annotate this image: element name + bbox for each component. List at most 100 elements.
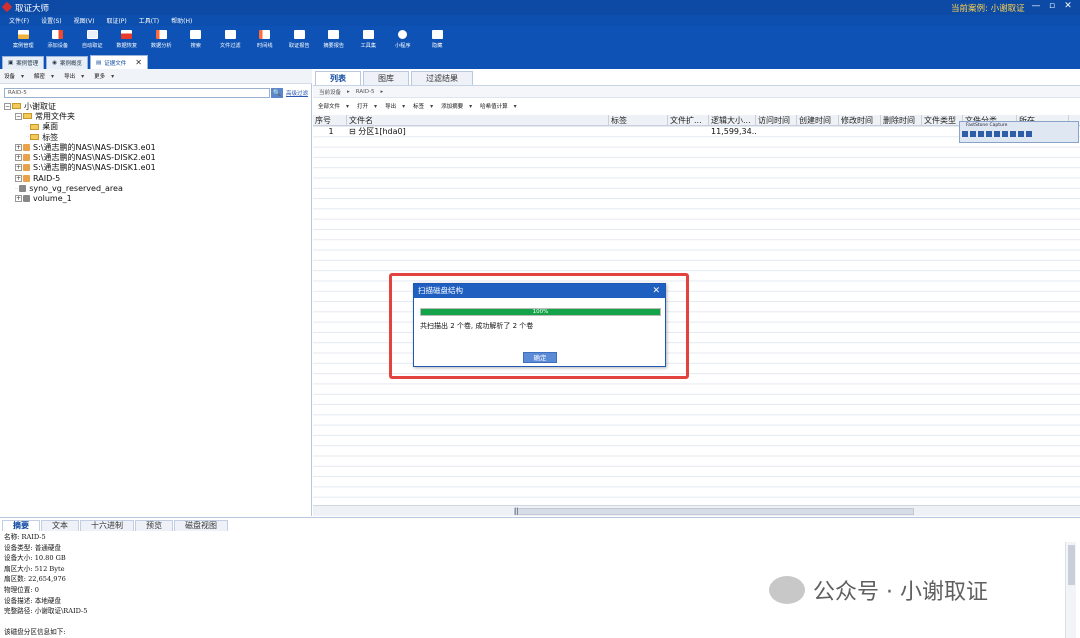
evidence-tree: − 小谢取证 − 常用文件夹 ·· 桌面 ·· 标签 + S:\通志鹏的NAS\NAS-DISK3… bbox=[4, 101, 304, 204]
tab-summary[interactable]: 摘要 bbox=[2, 520, 40, 531]
breadcrumb-device[interactable]: 当前设备 bbox=[319, 88, 341, 96]
column-header[interactable]: 创建时间 bbox=[797, 115, 839, 126]
tree-node[interactable]: + S:\通志鹏的NAS\NAS-DISK3.e01 bbox=[4, 142, 304, 152]
column-header[interactable]: 标签 bbox=[609, 115, 668, 126]
search-icon[interactable]: 🔍 bbox=[271, 88, 283, 98]
menu-file[interactable]: 文件(F) bbox=[9, 16, 29, 25]
file-filter-button[interactable]: 文件过滤 bbox=[213, 26, 248, 53]
column-header[interactable]: 序号 bbox=[313, 115, 347, 126]
close-icon[interactable]: ✕ bbox=[1060, 1, 1076, 11]
column-header[interactable]: 删除时间 bbox=[881, 115, 922, 126]
add-device-button[interactable]: 添加设备 bbox=[41, 26, 76, 53]
open-dropdown[interactable]: 打开 ▾ bbox=[357, 102, 377, 111]
column-header[interactable]: 访问时间 bbox=[756, 115, 797, 126]
capture-full-icon[interactable] bbox=[978, 131, 984, 137]
export-dropdown[interactable]: 导出 ▾ bbox=[64, 72, 84, 81]
collapse-icon[interactable]: − bbox=[4, 102, 11, 110]
menu-settings[interactable]: 设置(S) bbox=[41, 16, 62, 25]
tab-hex[interactable]: 十六进制 bbox=[80, 520, 134, 531]
tree-node[interactable]: ·· 标签 bbox=[4, 132, 304, 142]
breadcrumb-sep-icon: ▸ bbox=[347, 88, 350, 95]
restore-icon[interactable]: ▫ bbox=[1044, 1, 1060, 11]
scrollbar-thumb[interactable] bbox=[514, 508, 914, 515]
column-header[interactable]: 逻辑大小... bbox=[709, 115, 756, 126]
menu-help[interactable]: 帮助(H) bbox=[171, 16, 192, 25]
disk-icon bbox=[23, 164, 30, 172]
tab-evidence-files[interactable]: ▤ 证据文件 ✕ bbox=[90, 55, 148, 69]
auto-forensics-button[interactable]: 自动取证 bbox=[75, 26, 110, 53]
scan-disk-dialog: 扫描磁盘结构 ✕ 100% 共扫描出 2 个卷, 成功解析了 2 个卷 确定 bbox=[413, 283, 666, 367]
menu-tools[interactable]: 工具(T) bbox=[139, 16, 159, 25]
data-recovery-button[interactable]: 数据恢复 bbox=[110, 26, 145, 53]
column-header[interactable]: 文件类型 bbox=[922, 115, 963, 126]
column-header[interactable]: 文件名 bbox=[347, 115, 609, 126]
table-cell: ⊟ 分区1[hda0] bbox=[349, 127, 406, 136]
tree-node[interactable]: ·· syno_vg_reserved_area bbox=[4, 183, 304, 193]
tree-node[interactable]: + RAID-5 bbox=[4, 173, 304, 183]
export-list-dropdown[interactable]: 导出 ▾ bbox=[385, 102, 405, 111]
tree-node[interactable]: ·· 桌面 bbox=[4, 122, 304, 132]
summary-info: 名称: RAID-5 设备类型: 普通硬盘 设备大小: 10.80 GB 扇区大… bbox=[4, 533, 88, 637]
tab-disk-view[interactable]: 磁盘视图 bbox=[174, 520, 228, 531]
toolset-button[interactable]: 工具集 bbox=[351, 26, 386, 53]
main-toolbar: 案例管理 添加设备 自动取证 数据恢复 数据分析 搜索 文件过滤 时间线 取证报… bbox=[0, 26, 1080, 53]
advanced-filter-link[interactable]: 高级过滤 bbox=[286, 89, 308, 97]
all-files-dropdown[interactable]: 全部文件 ▾ bbox=[318, 102, 349, 111]
tab-text[interactable]: 文本 bbox=[41, 520, 79, 531]
search-button[interactable]: 搜索 bbox=[179, 26, 214, 53]
hide-button[interactable]: 隐藏 bbox=[420, 26, 455, 53]
menu-forensics[interactable]: 取证(P) bbox=[106, 16, 126, 25]
add-summary-dropdown[interactable]: 添加摘要 ▾ bbox=[441, 102, 472, 111]
tree-node[interactable]: + S:\通志鹏的NAS\NAS-DISK1.e01 bbox=[4, 163, 304, 173]
scrollbar-thumb[interactable] bbox=[1068, 545, 1075, 585]
more-icon[interactable] bbox=[1026, 131, 1032, 137]
close-tab-icon[interactable]: ✕ bbox=[135, 58, 142, 67]
tree-search-input[interactable]: RAID-5 bbox=[4, 88, 270, 98]
expand-icon[interactable]: + bbox=[15, 164, 22, 172]
capture-region-icon[interactable] bbox=[970, 131, 976, 137]
horizontal-scrollbar[interactable]: || bbox=[313, 505, 1080, 516]
breadcrumb-raid[interactable]: RAID-5 bbox=[356, 89, 375, 95]
tree-node[interactable]: − 常用文件夹 bbox=[4, 111, 304, 121]
menu-view[interactable]: 视图(V) bbox=[74, 16, 95, 25]
device-add-icon bbox=[52, 30, 64, 39]
decrypt-dropdown[interactable]: 解密 ▾ bbox=[34, 72, 54, 81]
ok-button[interactable]: 确定 bbox=[523, 352, 557, 363]
tag-dropdown[interactable]: 标签 ▾ bbox=[413, 102, 433, 111]
case-manage-button[interactable]: 案例管理 bbox=[6, 26, 41, 53]
capture-scroll-icon[interactable] bbox=[986, 131, 992, 137]
settings-icon[interactable] bbox=[1018, 131, 1024, 137]
collapse-icon[interactable]: − bbox=[15, 112, 22, 120]
tab-filter-results[interactable]: 过滤结果 bbox=[411, 71, 473, 85]
forensic-report-button[interactable]: 取证报告 bbox=[282, 26, 317, 53]
vertical-scrollbar[interactable] bbox=[1065, 542, 1076, 638]
capture-window-icon[interactable] bbox=[962, 131, 968, 137]
expand-icon[interactable]: + bbox=[15, 174, 22, 182]
column-header[interactable]: 文件扩... bbox=[668, 115, 709, 126]
tab-case-overview[interactable]: ◉ 案例概览 bbox=[46, 56, 89, 69]
tree-node[interactable]: − 小谢取证 bbox=[4, 101, 304, 111]
tab-list[interactable]: 列表 bbox=[315, 71, 361, 85]
hash-dropdown[interactable]: 哈希值计算 ▾ bbox=[480, 102, 517, 111]
expand-icon[interactable]: + bbox=[15, 195, 22, 203]
more-dropdown[interactable]: 更多 ▾ bbox=[94, 72, 114, 81]
summary-report-button[interactable]: 摘要报告 bbox=[317, 26, 352, 53]
device-dropdown[interactable]: 设备 ▾ bbox=[4, 72, 24, 81]
close-icon[interactable]: ✕ bbox=[652, 284, 660, 298]
expand-icon[interactable]: + bbox=[15, 143, 22, 151]
capture-freehand-icon[interactable] bbox=[994, 131, 1000, 137]
timeline-button[interactable]: 时间线 bbox=[248, 26, 283, 53]
tree-node[interactable]: + S:\通志鹏的NAS\NAS-DISK2.e01 bbox=[4, 152, 304, 162]
tree-node[interactable]: + volume_1 bbox=[4, 194, 304, 204]
column-header[interactable]: 修改时间 bbox=[839, 115, 881, 126]
capture-fixed-icon[interactable] bbox=[1002, 131, 1008, 137]
data-analysis-button[interactable]: 数据分析 bbox=[144, 26, 179, 53]
record-icon[interactable] bbox=[1010, 131, 1016, 137]
faststone-capture-toolbar[interactable]: FastStone Capture bbox=[959, 121, 1079, 143]
minimize-icon[interactable]: — bbox=[1028, 1, 1044, 11]
mini-program-button[interactable]: 小程序 bbox=[386, 26, 421, 53]
tab-preview[interactable]: 预览 bbox=[135, 520, 173, 531]
tab-case-manage[interactable]: ▣ 案例管理 bbox=[2, 56, 45, 69]
tab-gallery[interactable]: 图库 bbox=[363, 71, 409, 85]
expand-icon[interactable]: + bbox=[15, 154, 22, 162]
